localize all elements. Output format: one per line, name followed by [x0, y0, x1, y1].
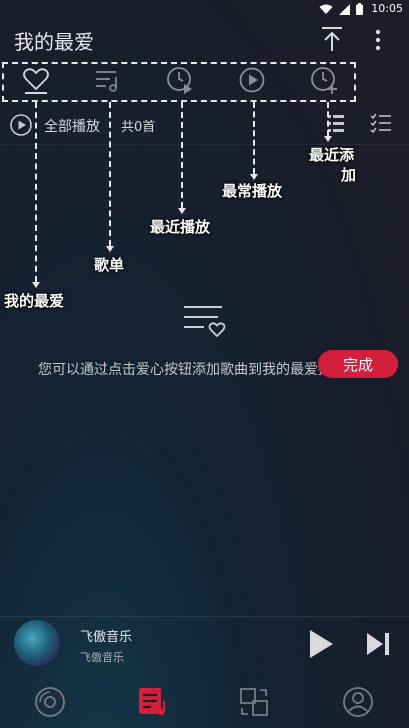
multi-select-button[interactable] [368, 110, 394, 136]
annotation-favorite: 我的最爱 [4, 292, 65, 310]
music-disc-icon [35, 687, 65, 717]
more-vert-icon [375, 29, 381, 51]
nav-profile[interactable] [336, 680, 380, 724]
nav-music[interactable] [28, 680, 72, 724]
song-artist: 飞傲音乐 [80, 651, 124, 664]
more-button[interactable] [366, 26, 390, 54]
play-all-label[interactable]: 全部播放 [44, 116, 100, 136]
checklist-icon [370, 113, 391, 134]
annotation-arrow-playlist [106, 246, 114, 252]
page-title: 我的最爱 [14, 30, 94, 54]
list-sort-icon [328, 115, 344, 132]
annotation-line-favorite [35, 102, 37, 282]
album-art[interactable] [14, 620, 60, 666]
play-button[interactable] [304, 626, 338, 662]
play-icon [310, 630, 333, 658]
done-button[interactable]: 完成 [318, 350, 398, 378]
scroll-top-button[interactable] [318, 24, 346, 54]
play-all-icon [10, 114, 32, 136]
status-bar: 10:05 [0, 0, 409, 18]
annotation-line-playlist [109, 102, 111, 246]
nav-playlist[interactable] [130, 680, 174, 724]
signal-icon [339, 3, 350, 15]
annotation-arrow-recent-play [178, 208, 186, 214]
annotation-line-recent-play [181, 102, 183, 208]
annotation-recent-add-line2: 加 [341, 166, 357, 184]
annotation-dashed-box [2, 62, 356, 102]
upload-top-icon [322, 27, 342, 51]
annotation-arrow-favorite [32, 282, 40, 288]
song-count: 共0首 [121, 120, 156, 135]
annotation-frequent-play: 最常播放 [222, 182, 283, 200]
annotation-arrow-recent-add [324, 136, 332, 142]
annotation-recent-play: 最近播放 [150, 218, 211, 236]
battery-icon [356, 3, 363, 15]
status-time: 10:05 [371, 2, 403, 15]
favorite-list-icon [184, 306, 226, 338]
annotation-recent-add-line1: 最近添 [309, 146, 355, 164]
bottom-nav [0, 674, 409, 728]
mini-player[interactable] [0, 616, 409, 675]
annotation-line-recent-add [327, 102, 329, 136]
song-title[interactable]: 飞傲音乐 [80, 626, 132, 645]
skip-next-icon [367, 633, 389, 655]
annotation-line-frequent-play [253, 102, 255, 174]
nav-sync[interactable] [232, 680, 276, 724]
user-icon [343, 687, 373, 717]
wifi-icon [319, 4, 333, 14]
playlist-note-icon [139, 688, 165, 716]
status-icons [319, 3, 363, 15]
annotation-playlist: 歌单 [94, 256, 125, 274]
empty-favorite-icon [182, 302, 228, 338]
sync-icon [240, 688, 268, 716]
play-all-button[interactable] [8, 112, 34, 138]
next-button[interactable] [362, 628, 394, 660]
